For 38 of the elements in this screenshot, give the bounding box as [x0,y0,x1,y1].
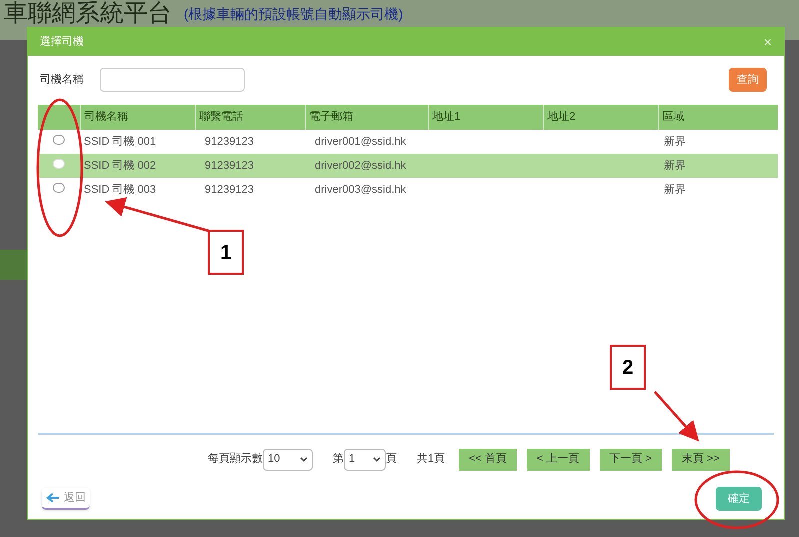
table-cell: 新界 [664,184,686,196]
input-field[interactable] [100,68,245,92]
page-label: 頁 [386,452,397,468]
chevron-down-icon [300,456,308,462]
pagination-button[interactable]: 末頁 >> [672,448,730,470]
table-cell: 91239123 [205,136,254,148]
per-page-label: 每頁顯示數 [208,452,263,468]
callout-number: 1 [208,230,244,275]
table-cell: 91239123 [205,160,254,172]
pagination-button[interactable]: < 上一頁 [527,448,590,470]
field-label: 司機名稱 [40,72,85,88]
dialog-title: 選擇司機 [40,34,84,50]
table-row[interactable]: SSID 司機 001 91239123 driver001@ssid.hk 新界 [38,130,778,154]
page-link[interactable]: (根據車輛的預設帳號自動顯示司機) [184,0,404,28]
pagination-button[interactable]: 下一頁 > [600,448,662,470]
arrow [654,391,700,442]
page-count: 共1頁 [417,452,446,468]
table-cell: 新界 [664,160,686,172]
table-cell: SSID 司機 002 [84,160,156,172]
table-cell: 91239123 [205,184,254,196]
table-cell: SSID 司機 001 [84,136,156,148]
table-cell: 新界 [664,136,686,148]
page-banner [0,250,27,280]
table-cell: driver001@ssid.hk [315,136,406,148]
chevron-down-icon [373,456,381,462]
table-cell: driver003@ssid.hk [315,184,406,196]
dropdown[interactable]: 1 [344,448,386,470]
pagination-button[interactable]: << 首頁 [459,448,518,470]
table-cell: driver002@ssid.hk [315,160,406,172]
radio-button[interactable] [53,182,65,193]
dropdown[interactable]: 10 [263,448,313,470]
callout-number: 2 [610,345,646,390]
table-row[interactable]: SSID 司機 002 91239123 driver002@ssid.hk 新界 [38,154,778,178]
radio-button[interactable] [53,134,65,145]
arrow-left-icon [46,493,60,503]
page-label: 第 [333,452,344,468]
page-title: 車聯網系統平台 [4,0,172,28]
table-cell: SSID 司機 003 [84,184,156,196]
